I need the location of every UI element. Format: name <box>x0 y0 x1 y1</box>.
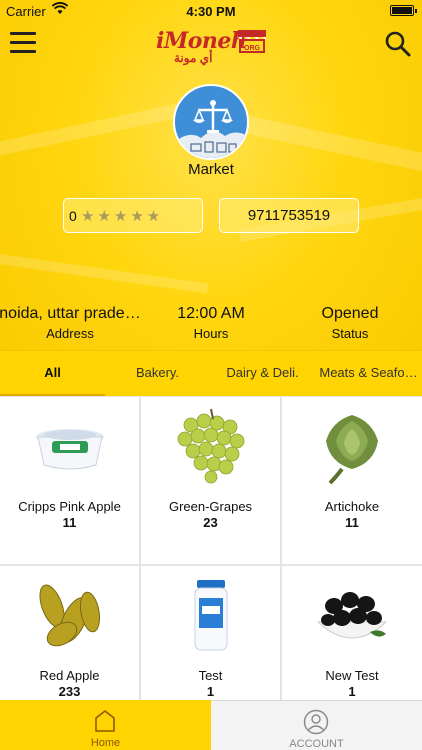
cheese-tub-icon <box>36 429 104 470</box>
tab-all[interactable]: All <box>0 351 105 397</box>
product-name: Red Apple <box>39 668 100 683</box>
product-card[interactable]: Cripps Pink Apple 11 <box>0 397 139 564</box>
rating-box: 0 ★★★★★ <box>63 198 203 233</box>
tab-home[interactable]: Home <box>0 700 211 750</box>
product-card[interactable]: Green-Grapes 23 <box>141 397 280 564</box>
status-label: Status <box>331 326 369 341</box>
tab-dairy-deli[interactable]: Dairy & Deli. <box>210 351 315 397</box>
rating-stars: ★★★★★ <box>81 208 164 225</box>
product-name: Green-Grapes <box>168 499 253 514</box>
hours-label: Hours <box>193 326 229 341</box>
status-time: 4:30 PM <box>186 4 236 19</box>
product-card[interactable]: Red Apple 233 <box>0 566 139 700</box>
olives-icon <box>316 592 388 639</box>
storefront-icon: ORG <box>238 30 266 53</box>
grapes-icon <box>177 408 245 484</box>
product-name: Artichoke <box>324 499 380 514</box>
product-qty: 23 <box>203 515 218 530</box>
product-qty: 1 <box>348 684 356 699</box>
tab-account[interactable]: ACCOUNT <box>211 700 422 750</box>
tab-home-label: Home <box>90 737 121 749</box>
hamburger-icon[interactable] <box>10 32 36 54</box>
hours-value: 12:00 AM <box>177 305 245 322</box>
product-qty: 11 <box>62 515 77 530</box>
account-icon <box>303 709 329 735</box>
battery-icon <box>390 5 417 16</box>
tab-meats-seafood[interactable]: Meats & Seafo… <box>315 351 422 397</box>
product-qty: 1 <box>206 684 215 699</box>
product-qty: 233 <box>58 684 81 699</box>
address-label: Address <box>46 326 94 341</box>
phone-button[interactable]: 9711753519 <box>219 198 359 233</box>
product-qty: 11 <box>345 515 359 530</box>
product-card[interactable]: Artichoke 11 <box>282 397 422 564</box>
tab-bakery[interactable]: Bakery. <box>105 351 210 397</box>
hours-block: 12:00 AM Hours <box>141 305 281 341</box>
app-logo: iMoneh ORG أي مونة <box>156 26 268 68</box>
home-icon <box>95 710 115 732</box>
logo-arabic: أي مونة <box>174 51 213 65</box>
category-tabs: All Bakery. Dairy & Deli. Meats & Seafo… <box>0 350 422 397</box>
tab-account-label: ACCOUNT <box>289 738 344 750</box>
rating-value: 0 <box>69 208 77 224</box>
status-value: Opened <box>321 305 379 322</box>
svg-text:ORG: ORG <box>244 45 261 52</box>
artichoke-icon <box>326 415 378 485</box>
bottom-tab-bar: Home ACCOUNT <box>0 700 422 750</box>
product-name: Test <box>198 668 223 683</box>
address-value: noida, uttar prade… <box>0 305 141 322</box>
search-icon[interactable] <box>384 30 412 58</box>
product-grid: Cripps Pink Apple 11 Green-Grapes 23 Art… <box>0 396 422 700</box>
jar-icon <box>194 580 228 651</box>
top-nav: iMoneh ORG أي مونة <box>0 22 422 70</box>
product-card[interactable]: New Test 1 <box>282 566 422 700</box>
status-bar: Carrier 4:30 PM <box>0 0 422 22</box>
status-block: Opened Status <box>280 305 420 341</box>
store-avatar <box>173 84 249 160</box>
pickles-icon <box>39 584 101 647</box>
product-card[interactable]: Test 1 <box>141 566 280 700</box>
product-name: Cripps Pink Apple <box>18 499 121 514</box>
store-name: Market <box>188 161 234 178</box>
address-block: noida, uttar prade… Address <box>0 305 146 341</box>
product-name: New Test <box>325 668 379 683</box>
